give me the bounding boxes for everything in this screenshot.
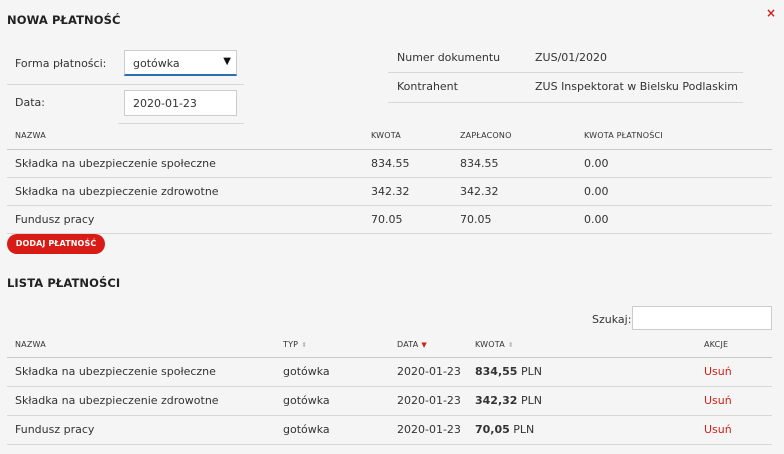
col-header-typ[interactable]: TYP ⬍ xyxy=(283,340,307,349)
item-name: Fundusz pracy xyxy=(15,213,95,226)
item-name: Składka na ubezpieczenie społeczne xyxy=(15,157,216,170)
col-header-data[interactable]: DATA ▼ xyxy=(397,340,427,349)
table-header-divider xyxy=(7,149,772,150)
kontrahent-label: Kontrahent xyxy=(397,80,458,93)
payment-date: 2020-01-23 xyxy=(397,365,461,378)
close-icon[interactable]: × xyxy=(766,6,776,20)
payment-amount: 834,55 PLN xyxy=(475,365,542,378)
payment-type: gotówka xyxy=(283,423,330,436)
data-label: Data: xyxy=(15,96,45,109)
sort-icon: ⬍ xyxy=(301,341,308,349)
payment-name: Składka na ubezpieczenie społeczne xyxy=(15,365,216,378)
numer-dokumentu-label: Numer dokumentu xyxy=(397,51,501,64)
kontrahent-value: ZUS Inspektorat w Bielsku Podlaskim xyxy=(535,80,739,93)
item-kwota-platnosci: 0.00 xyxy=(584,185,609,198)
table-row-divider xyxy=(7,233,772,234)
forma-platnosci-value: gotówka xyxy=(133,57,180,70)
col-header-kwota: KWOTA xyxy=(371,131,401,140)
delete-payment-link[interactable]: Usuń xyxy=(704,394,732,407)
col-header-akcje: AKCJE xyxy=(704,340,729,349)
add-payment-button[interactable]: DODAJ PŁATNOŚĆ xyxy=(7,234,105,254)
item-kwota: 342.32 xyxy=(371,185,410,198)
search-label: Szukaj: xyxy=(592,313,632,326)
payment-type: gotówka xyxy=(283,365,330,378)
payment-name: Składka na ubezpieczenie zdrowotne xyxy=(15,394,219,407)
payment-date: 2020-01-23 xyxy=(397,423,461,436)
sort-desc-icon: ▼ xyxy=(421,341,428,349)
forma-platnosci-label: Forma płatności: xyxy=(15,57,107,70)
item-kwota-platnosci: 0.00 xyxy=(584,157,609,170)
payment-name: Fundusz pracy xyxy=(15,423,95,436)
item-kwota: 70.05 xyxy=(371,213,403,226)
date-input[interactable]: 2020-01-23 xyxy=(124,90,237,116)
list-title: LISTA PŁATNOŚCI xyxy=(7,276,121,290)
table-row-divider xyxy=(7,386,772,387)
col-header-zaplacono: ZAPŁACONO xyxy=(460,131,512,140)
payment-type: gotówka xyxy=(283,394,330,407)
col-header-kwota[interactable]: KWOTA ⬍ xyxy=(475,340,514,349)
col-header-kwota-platnosci: KWOTA PŁATNOŚCI xyxy=(584,131,663,140)
dialog-title: NOWA PŁATNOŚĆ xyxy=(7,13,121,27)
item-kwota-platnosci: 0.00 xyxy=(584,213,609,226)
item-zaplacono: 342.32 xyxy=(460,185,499,198)
delete-payment-link[interactable]: Usuń xyxy=(704,423,732,436)
sort-icon: ⬍ xyxy=(507,341,514,349)
table-row-divider xyxy=(7,205,772,206)
table-header-divider xyxy=(7,357,772,358)
payment-date: 2020-01-23 xyxy=(397,394,461,407)
chevron-down-icon: ▼ xyxy=(223,56,231,67)
form-divider xyxy=(388,102,743,103)
search-input[interactable] xyxy=(632,306,772,330)
table-row-divider xyxy=(7,177,772,178)
item-zaplacono: 70.05 xyxy=(460,213,492,226)
payment-amount: 70,05 PLN xyxy=(475,423,535,436)
table-row-divider xyxy=(7,415,772,416)
payment-amount: 342,32 PLN xyxy=(475,394,542,407)
col-header-nazwa[interactable]: NAZWA xyxy=(15,340,46,349)
item-name: Składka na ubezpieczenie zdrowotne xyxy=(15,185,219,198)
item-kwota: 834.55 xyxy=(371,157,410,170)
table-row-divider xyxy=(7,444,772,445)
delete-payment-link[interactable]: Usuń xyxy=(704,365,732,378)
form-divider xyxy=(7,84,244,85)
numer-dokumentu-value: ZUS/01/2020 xyxy=(535,51,607,64)
col-header-nazwa: NAZWA xyxy=(15,131,46,140)
form-divider xyxy=(388,72,743,73)
item-zaplacono: 834.55 xyxy=(460,157,499,170)
form-divider xyxy=(118,123,244,124)
forma-platnosci-select[interactable]: gotówka ▼ xyxy=(124,50,237,76)
